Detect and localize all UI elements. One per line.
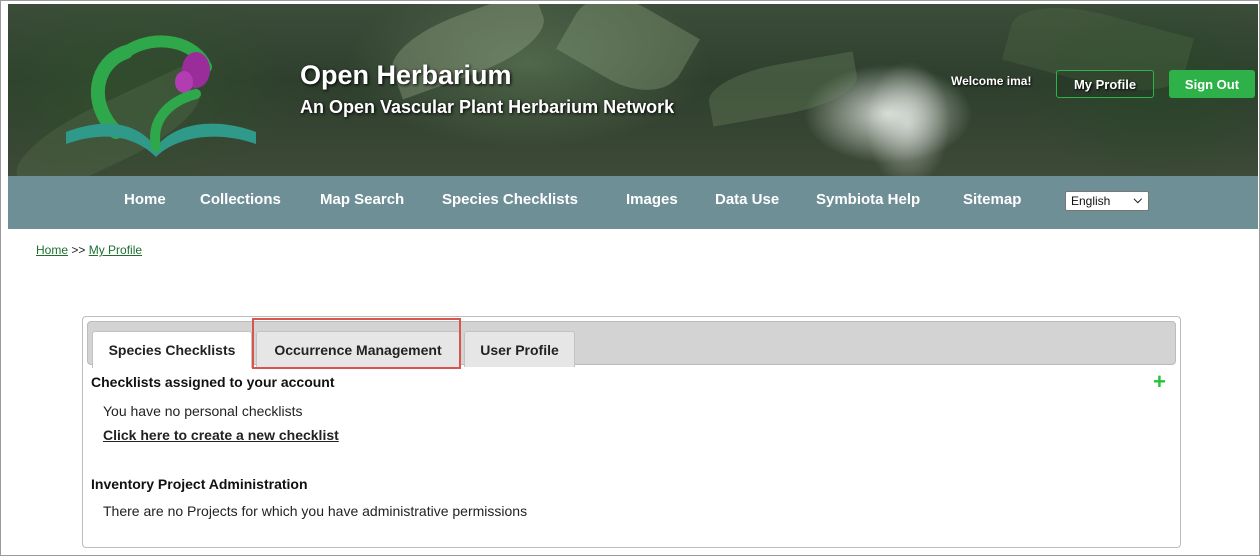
site-header: Open Herbarium An Open Vascular Plant He… bbox=[8, 4, 1258, 176]
main-nav: Home Collections Map Search Species Chec… bbox=[8, 176, 1258, 229]
no-projects-text: There are no Projects for which you have… bbox=[103, 503, 528, 519]
foliage-decoration bbox=[704, 51, 862, 127]
breadcrumb-separator: >> bbox=[71, 243, 86, 257]
language-select[interactable]: English ⌵ bbox=[1065, 191, 1149, 211]
breadcrumb-home-link[interactable]: Home bbox=[36, 243, 68, 257]
nav-symbiota-help[interactable]: Symbiota Help bbox=[816, 191, 920, 208]
tab-bar: Species Checklists Occurrence Management… bbox=[87, 321, 1176, 368]
tab-highlight-annotation bbox=[252, 318, 461, 369]
breadcrumb-current-link[interactable]: My Profile bbox=[89, 243, 142, 257]
add-checklist-icon[interactable]: + bbox=[1153, 371, 1166, 393]
welcome-text: Welcome ima! bbox=[951, 74, 1032, 88]
nav-collections[interactable]: Collections bbox=[200, 191, 281, 208]
site-title: Open Herbarium bbox=[300, 60, 512, 90]
nav-images[interactable]: Images bbox=[626, 191, 678, 208]
checklists-section-title: Checklists assigned to your account bbox=[91, 374, 335, 390]
site-subtitle: An Open Vascular Plant Herbarium Network bbox=[300, 97, 675, 117]
chevron-down-icon: ⌵ bbox=[1133, 194, 1142, 206]
sign-out-button[interactable]: Sign Out bbox=[1169, 70, 1255, 98]
no-checklists-text: You have no personal checklists bbox=[103, 403, 303, 419]
my-profile-button[interactable]: My Profile bbox=[1056, 70, 1154, 98]
language-value: English bbox=[1071, 194, 1111, 208]
tab-user-profile[interactable]: User Profile bbox=[464, 331, 575, 367]
nav-data-use[interactable]: Data Use bbox=[715, 191, 779, 208]
breadcrumb: Home >> My Profile bbox=[36, 243, 142, 257]
nav-sitemap[interactable]: Sitemap bbox=[963, 191, 1021, 208]
nav-home[interactable]: Home bbox=[124, 191, 166, 208]
projects-section-title: Inventory Project Administration bbox=[91, 476, 308, 492]
nav-map-search[interactable]: Map Search bbox=[320, 191, 404, 208]
foliage-decoration bbox=[556, 4, 700, 109]
tab-species-checklists[interactable]: Species Checklists bbox=[92, 331, 252, 368]
create-checklist-link[interactable]: Click here to create a new checklist bbox=[103, 427, 339, 443]
herbarium-logo-icon bbox=[66, 35, 256, 157]
nav-species-checklists[interactable]: Species Checklists bbox=[442, 191, 578, 208]
